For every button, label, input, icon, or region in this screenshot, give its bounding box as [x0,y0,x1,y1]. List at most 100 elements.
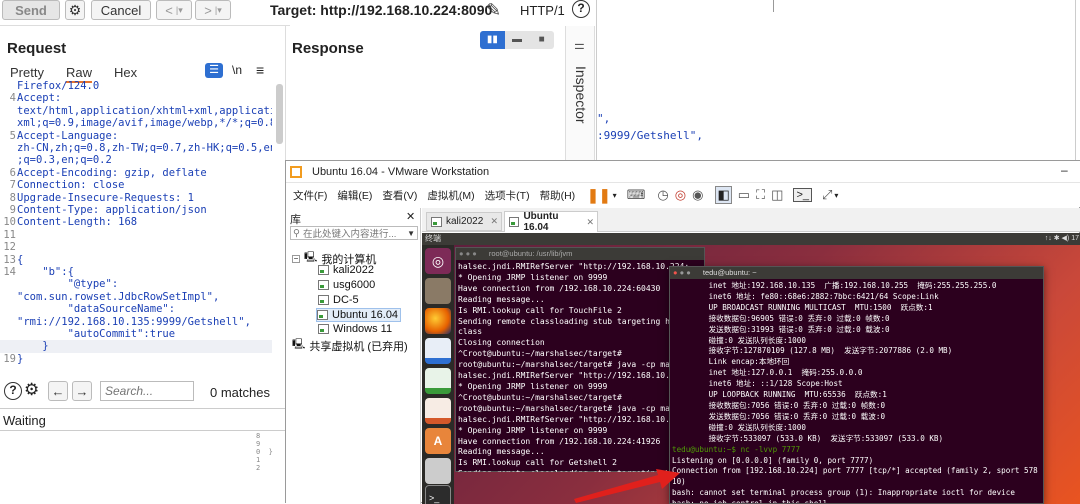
menu-vm[interactable]: 虚拟机(M) [427,188,474,203]
layout-stack-icon[interactable]: ▬ [504,31,530,49]
tab-kali2022[interactable]: kali2022 ✕ [426,212,502,231]
search-settings-gear-icon[interactable]: ⚙ [24,380,39,400]
software-center-icon[interactable]: A [425,428,451,454]
search-prev-button[interactable]: ← [48,381,68,401]
calc-icon[interactable] [425,368,451,394]
terminal-window-2[interactable]: ● ● ● tedu@ubuntu: ~ inet 地址:192.168.10.… [669,266,1044,504]
terminal1-window-buttons[interactable]: ● ● ● [459,249,477,258]
inspector-sidebar[interactable]: ⚌ Inspector [565,26,595,160]
collapse-icon[interactable]: − [292,254,300,263]
inspector-label[interactable]: Inspector [573,66,589,124]
revert-snapshot-icon[interactable]: ◎ [675,187,686,203]
cancel-button[interactable]: Cancel [91,0,151,20]
stretch-dropdown-icon[interactable]: ▾ [834,191,838,200]
terminal-line: ^Croot@ubuntu:~/marshalsec/target# [458,392,622,402]
tree-shared-vms[interactable]: 🖳 共享虚拟机 (已弃用) [292,337,408,354]
firefox-icon[interactable] [425,308,451,334]
menu-edit[interactable]: 编辑(E) [337,188,372,203]
writer-icon[interactable] [425,338,451,364]
tab-pretty[interactable]: Pretty [10,65,44,80]
line-text: xml;q=0.9,image/avif,image/webp,*/*;q=0.… [17,117,272,130]
editor-line: ;q=0.3,en;q=0.2 [0,154,272,166]
tab-close-icon[interactable]: ✕ [586,217,594,228]
line-text: { [17,253,24,266]
edit-target-pencil-icon[interactable]: ✎ [486,0,501,21]
editor-line: xml;q=0.9,image/avif,image/webp,*/*;q=0.… [0,117,272,129]
line-number: 19 [3,352,16,365]
library-close-icon[interactable]: ✕ [406,210,415,223]
wrap-lines-icon[interactable]: ☰ [205,63,223,78]
terminal-line: 10) [672,477,686,487]
library-search-field[interactable]: ⚲ 在此处键入内容进行... ▼ [290,226,418,240]
menu-help[interactable]: 帮助(H) [540,188,576,203]
terminal-line: 发送数据包:31993 错误:0 丢弃:0 过载:0 载波:0 [672,324,890,334]
line-text: Content-Type: application/json [17,204,207,216]
window-minimize-button[interactable]: – [1061,163,1068,177]
layout-toggle-group[interactable]: ▮▮ ▬ ■ [480,31,554,49]
amazon-icon[interactable] [425,458,451,484]
layout-single-icon[interactable]: ■ [529,31,554,49]
history-forward-button[interactable]: > |▾ [195,0,231,20]
console-view-icon[interactable]: >_ [793,188,812,202]
menu-file[interactable]: 文件(F) [293,188,327,203]
line-text: "@type": [17,278,119,291]
send-keys-icon[interactable]: ⌨ [627,187,646,203]
ubuntu-screen[interactable]: 终端 ↑↓ ✱ ◀) 17 ◎ A >_ ● ● ● root@ubuntu: … [422,233,1080,504]
thumbnail-bar-icon[interactable]: ▭ [738,187,750,203]
library-search-dropdown-icon[interactable]: ▼ [407,229,415,238]
menu-tabs[interactable]: 选项卡(T) [485,188,530,203]
newline-toggle[interactable]: \n [232,63,242,77]
menu-icon[interactable]: ≡ [256,62,264,78]
impress-icon[interactable] [425,398,451,424]
menu-view[interactable]: 查看(V) [382,188,417,203]
tree-item-dc5[interactable]: DC-5 [318,294,359,306]
vm-icon [318,295,329,305]
pause-vm-button[interactable]: ❚❚ [587,187,610,204]
terminal-line: Reading message... [458,294,545,304]
protocol-help-icon[interactable]: ? [572,0,590,18]
search-next-button[interactable]: → [72,381,92,401]
layout-split-icon[interactable]: ▮▮ [480,31,505,49]
unity-icon[interactable]: ◫ [771,187,783,203]
stretch-view-icon[interactable]: ⤢ [822,187,832,203]
terminal1-titlebar: ● ● ● root@ubuntu: /usr/lib/jvm [456,248,704,260]
settings-gear-icon[interactable]: ⚙ [65,0,85,20]
terminal-launcher-icon[interactable]: >_ [425,485,451,504]
editor-scrollbar[interactable] [276,84,283,144]
show-library-icon[interactable]: ◧ [715,186,732,204]
history-back-button[interactable]: < |▾ [156,0,192,20]
terminal2-title: tedu@ubuntu: ~ [702,268,757,277]
editor-line: "com.sun.rowset.JdbcRowSetImpl", [0,291,272,303]
dash-home-icon[interactable]: ◎ [425,248,451,274]
fullscreen-icon[interactable]: ⛶ [756,187,765,203]
vmware-window: Ubuntu 16.04 - VMware Workstation – 文件(F… [285,160,1080,504]
tree-item-windows11[interactable]: Windows 11 [318,323,392,335]
line-text: Accept: [17,92,62,105]
tree-item-kali2022[interactable]: kali2022 [318,264,374,276]
vmware-title: Ubuntu 16.04 - VMware Workstation [312,166,490,178]
protocol-label[interactable]: HTTP/1 [520,3,565,18]
tab-hex[interactable]: Hex [114,65,137,80]
editor-line: text/html,application/xhtml+xml,applicat… [0,105,272,117]
line-text: text/html,application/xhtml+xml,applicat… [17,104,272,117]
terminal-line: Is RMI.lookup call for TouchFile 2 [458,305,622,315]
terminal-window-1[interactable]: ● ● ● root@ubuntu: /usr/lib/jvm halsec.j… [455,247,705,472]
tab-ubuntu[interactable]: Ubuntu 16.04 ✕ [504,211,598,233]
pause-dropdown-icon[interactable]: ▾ [613,191,617,200]
terminal2-window-buttons[interactable]: ● ● ● [673,268,691,277]
request-editor[interactable]: Firefox/124.0 4Accept: text/html,applicati… [0,80,272,370]
terminal-line: root@ubuntu:~/marshalsec/target# java -c… [458,360,685,370]
files-icon[interactable] [425,278,451,304]
help-icon[interactable]: ? [4,382,22,400]
tree-item-usg6000[interactable]: usg6000 [318,279,375,291]
snapshot-manager-icon[interactable]: ◉ [692,187,703,203]
tab-close-icon[interactable]: ✕ [490,216,498,227]
search-input[interactable] [100,381,194,401]
send-button[interactable]: Send [2,0,60,20]
tree-item-ubuntu[interactable]: Ubuntu 16.04 [316,308,402,322]
inspector-toggle-icon[interactable]: ⚌ [574,38,585,52]
snapshot-icon[interactable]: ◷ [657,187,668,203]
computer-icon: 🖳 [304,252,318,263]
editor-line: 4Accept: [0,92,272,104]
terminal-line: inet6 地址: ::1/128 Scope:Host [672,379,843,389]
